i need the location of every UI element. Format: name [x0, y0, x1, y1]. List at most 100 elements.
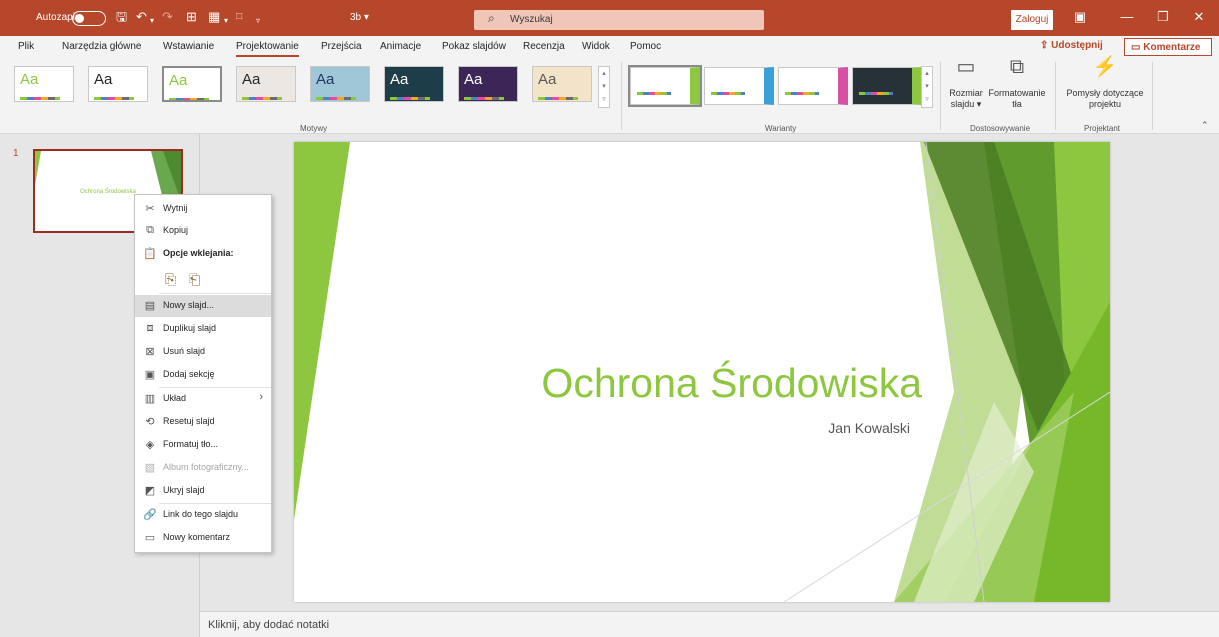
- submenu-arrow-icon: ›: [259, 391, 263, 403]
- variant-thumbnail[interactable]: [778, 67, 848, 105]
- new-slide-icon: ▤: [144, 300, 156, 312]
- undo-dropdown-icon[interactable]: ▾: [150, 13, 154, 29]
- theme-thumbnail[interactable]: Aa: [236, 66, 296, 102]
- divider: [621, 62, 622, 130]
- tab-view[interactable]: Widok: [582, 41, 610, 52]
- minimize-icon[interactable]: —: [1116, 9, 1138, 24]
- menu-item-layout[interactable]: ▥ Układ ›: [135, 388, 271, 410]
- theme-thumbnail[interactable]: Aa: [162, 66, 222, 102]
- theme-sample-text: Aa: [390, 71, 409, 88]
- theme-thumbnail[interactable]: Aa: [532, 66, 592, 102]
- undo-icon[interactable]: ↶: [136, 9, 147, 25]
- menu-item-new-slide[interactable]: ▤ Nowy slajd...: [135, 295, 271, 317]
- customize-qat-icon[interactable]: ▿: [256, 13, 260, 29]
- divider: [1055, 62, 1056, 130]
- theme-thumbnail[interactable]: Aa: [88, 66, 148, 102]
- scissors-icon: ✂: [145, 203, 155, 215]
- tab-file[interactable]: Plik: [18, 41, 34, 52]
- paste-keep-source-icon[interactable]: ⎗: [189, 271, 200, 288]
- group-label-customize: Dostosowywanie: [970, 124, 1031, 133]
- variant-color-strip: [637, 92, 671, 95]
- group-label-themes: Motywy: [300, 124, 328, 133]
- menu-item-copy[interactable]: ⧉ Kopiuj: [135, 220, 271, 242]
- theme-color-strip: [94, 97, 134, 100]
- collapse-ribbon-icon[interactable]: ⌃: [1201, 120, 1209, 131]
- variant-thumbnail[interactable]: [852, 67, 922, 105]
- theme-thumbnail[interactable]: Aa: [384, 66, 444, 102]
- tab-help[interactable]: Pomoc: [630, 41, 661, 52]
- share-button[interactable]: ⇪ Udostępnij: [1040, 40, 1103, 51]
- redo-icon[interactable]: ↷: [162, 9, 173, 25]
- new-slide-dropdown-icon[interactable]: ▾: [224, 13, 228, 29]
- hide-slide-icon: ◩: [144, 485, 156, 497]
- menu-item-add-section[interactable]: ▣ Dodaj sekcję: [135, 364, 271, 386]
- themes-scroll[interactable]: ▴ ▾ ▿: [598, 66, 610, 108]
- variant-thumbnail[interactable]: [628, 65, 702, 107]
- filename[interactable]: 3b ▾: [350, 12, 369, 23]
- divider: [1152, 62, 1153, 130]
- ribbon-display-options-icon[interactable]: ▣: [1069, 9, 1091, 25]
- format-background-icon: ◈: [145, 439, 155, 451]
- theme-sample-text: Aa: [242, 71, 261, 88]
- slide-size-button[interactable]: ▭ Rozmiar slajdu ▾: [946, 57, 986, 110]
- variant-color-strip: [785, 92, 819, 95]
- start-slideshow-icon[interactable]: ⊞: [186, 9, 197, 25]
- tab-slideshow[interactable]: Pokaz slajdów: [442, 41, 506, 52]
- menu-item-reset-slide[interactable]: ⟲ Resetuj slajd: [135, 411, 271, 433]
- menu-item-cut[interactable]: ✂ Wytnij: [135, 198, 271, 220]
- theme-color-strip: [390, 97, 430, 100]
- menu-item-duplicate-slide[interactable]: ⧈ Duplikuj slajd: [135, 318, 271, 340]
- tab-transitions[interactable]: Przejścia: [321, 41, 362, 52]
- slide-title[interactable]: Ochrona Środowiska: [294, 360, 922, 407]
- menu-item-photo-album: ▧ Album fotograficzny...: [144, 462, 249, 474]
- tab-insert[interactable]: Wstawianie: [163, 41, 214, 52]
- close-icon[interactable]: ✕: [1188, 9, 1210, 25]
- theme-thumbnail[interactable]: Aa: [310, 66, 370, 102]
- variant-thumbnail[interactable]: [704, 67, 774, 105]
- section-icon: ▣: [144, 369, 156, 381]
- design-ideas-button[interactable]: ⚡ Pomysły dotyczące projektu: [1060, 56, 1150, 110]
- notes-pane[interactable]: Kliknij, aby dodać notatki: [200, 611, 1219, 637]
- slide-canvas[interactable]: Ochrona Środowiska Jan Kowalski: [294, 142, 1110, 602]
- delete-slide-icon: ⊠: [145, 346, 155, 358]
- menu-item-hide-slide[interactable]: ◩ Ukryj slajd: [135, 480, 271, 502]
- variants-scroll[interactable]: ▴ ▾ ▿: [921, 66, 933, 108]
- save-icon[interactable]: 🖫: [116, 9, 127, 25]
- paste-options-header: 📋 Opcje wklejania:: [143, 248, 234, 260]
- share-icon: ⇪: [1040, 40, 1049, 51]
- tab-design[interactable]: Projektowanie: [236, 41, 299, 57]
- tab-home[interactable]: Narzędzia główne: [62, 41, 142, 52]
- group-label-designer: Projektant: [1084, 124, 1121, 133]
- divider: [940, 62, 941, 130]
- menu-separator: [159, 293, 271, 294]
- menu-item-delete-slide[interactable]: ⊠ Usuń slajd: [135, 341, 271, 363]
- comments-button[interactable]: ▭ Komentarze: [1124, 38, 1212, 56]
- menu-item-format-background[interactable]: ◈ Formatuj tło...: [135, 434, 271, 456]
- theme-color-strip: [20, 97, 60, 100]
- design-ideas-icon: ⚡: [1092, 56, 1118, 78]
- theme-sample-text: Aa: [538, 71, 557, 88]
- comment-icon: ▭: [1131, 42, 1141, 53]
- signin-button[interactable]: Zaloguj się: [1011, 10, 1053, 45]
- format-background-button[interactable]: ⧉ Formatowanie tła: [988, 57, 1046, 110]
- theme-color-strip: [169, 98, 209, 100]
- tab-animations[interactable]: Animacje: [380, 41, 421, 52]
- variant-color-strip: [859, 92, 893, 95]
- search-box[interactable]: ⌕ Wyszukaj: [474, 10, 764, 30]
- theme-thumbnail[interactable]: Aa: [14, 66, 74, 102]
- menu-item-new-comment[interactable]: ▭ Nowy komentarz: [135, 527, 271, 549]
- autosave-toggle[interactable]: [72, 11, 106, 26]
- ribbon: Aa Aa Aa Aa Aa Aa Aa Aa ▴ ▾ ▿ Motywy ▴ ▾ ▿ Warianty…: [0, 56, 1219, 134]
- tab-review[interactable]: Recenzja: [523, 41, 565, 52]
- paste-keep-theme-icon[interactable]: ⎘: [165, 271, 176, 288]
- theme-sample-text: Aa: [316, 71, 335, 88]
- menu-tabs: Plik Narzędzia główne Wstawianie Projekt…: [0, 36, 1219, 58]
- reset-slide-icon: ⟲: [145, 416, 155, 428]
- touch-mode-icon[interactable]: ⌑: [236, 9, 243, 25]
- menu-item-link-to-slide[interactable]: 🔗 Link do tego slajdu: [135, 504, 271, 526]
- slide-subtitle[interactable]: Jan Kowalski: [294, 420, 910, 436]
- new-slide-qat-icon[interactable]: ▦: [208, 9, 220, 25]
- theme-thumbnail[interactable]: Aa: [458, 66, 518, 102]
- copy-icon: ⧉: [146, 224, 154, 236]
- restore-icon[interactable]: ❐: [1152, 9, 1174, 25]
